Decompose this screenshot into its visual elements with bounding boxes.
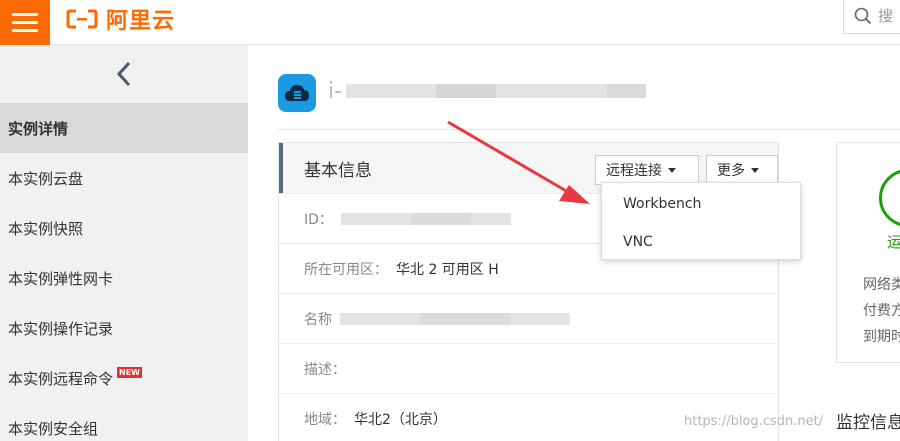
- info-label: 名称: [304, 311, 332, 328]
- sidebar-item-security-groups[interactable]: 本实例安全组: [0, 403, 248, 441]
- redacted-value: [340, 312, 570, 325]
- redaction-block: [346, 84, 437, 98]
- instance-name-redacted: i-: [328, 74, 660, 108]
- status-text: 运: [887, 233, 900, 251]
- sidebar-item-snapshots[interactable]: 本实例快照: [0, 203, 248, 253]
- status-ring-icon: [879, 169, 900, 227]
- aliyun-logo-icon: [66, 9, 98, 29]
- redaction-block: [606, 84, 647, 98]
- info-row-description: 描述：: [279, 343, 778, 393]
- sidebar-item-instance-details[interactable]: 实例详情: [0, 103, 248, 153]
- more-label: 更多: [717, 163, 745, 179]
- info-label: ID：: [304, 211, 333, 228]
- sidebar-item-label: 本实例弹性网卡: [8, 269, 114, 288]
- sidebar-item-label: 本实例快照: [8, 219, 84, 238]
- status-card-line: 付费方: [863, 303, 900, 319]
- cloud-server-icon: [278, 74, 316, 112]
- search-box[interactable]: [843, 0, 900, 34]
- sidebar-item-label: 本实例远程命令: [8, 369, 114, 388]
- sidebar-item-eni[interactable]: 本实例弹性网卡: [0, 253, 248, 303]
- top-bar: 阿里云: [0, 0, 900, 45]
- sidebar-back-button[interactable]: [0, 45, 248, 103]
- dropdown-item-workbench[interactable]: Workbench: [602, 185, 800, 223]
- status-card: 运 网络类 付费方 到期时: [836, 142, 900, 363]
- aliyun-logo[interactable]: 阿里云: [66, 4, 175, 34]
- search-icon: [854, 7, 872, 25]
- info-row-name: 名称: [279, 293, 778, 343]
- dropdown-item-vnc[interactable]: VNC: [602, 223, 800, 261]
- chevron-left-icon: [116, 61, 131, 87]
- caret-down-icon: [668, 167, 676, 173]
- info-value: 华北 2 可用区 H: [396, 261, 499, 278]
- sidebar-item-operation-log[interactable]: 本实例操作记录: [0, 303, 248, 353]
- redaction-block: [340, 312, 420, 325]
- status-card-line: 到期时: [863, 329, 900, 345]
- redacted-value: [340, 212, 511, 225]
- hamburger-icon-line: [12, 13, 38, 16]
- sidebar: 实例详情 本实例云盘 本实例快照 本实例弹性网卡 本实例操作记录 本实例远程命令…: [0, 45, 248, 441]
- sidebar-item-label: 本实例安全组: [8, 419, 99, 438]
- new-badge: NEW: [117, 366, 142, 378]
- more-button[interactable]: 更多: [706, 155, 778, 185]
- redaction-block: [410, 212, 471, 225]
- hamburger-icon-line: [12, 21, 38, 24]
- redaction-block: [420, 312, 510, 325]
- header-divider: [278, 129, 900, 130]
- search-input[interactable]: [878, 7, 900, 25]
- sidebar-item-label: 本实例操作记录: [8, 319, 114, 338]
- remote-connect-dropdown: Workbench VNC: [601, 182, 801, 260]
- sidebar-item-label: 实例详情: [8, 119, 69, 138]
- watermark: https://blog.csdn.net/: [684, 414, 824, 429]
- info-value: 华北2（北京）: [354, 411, 447, 428]
- monitor-section-title: 监控信息: [836, 413, 900, 433]
- logo-text: 阿里云: [106, 9, 176, 34]
- caret-down-icon: [751, 167, 759, 173]
- sidebar-item-label: 本实例云盘: [8, 169, 84, 188]
- redaction-block: [340, 212, 411, 225]
- sidebar-item-disks[interactable]: 本实例云盘: [0, 153, 248, 203]
- redaction-block: [470, 212, 511, 225]
- info-label: 所在可用区：: [304, 261, 388, 278]
- hamburger-icon-line: [12, 29, 38, 32]
- remote-connect-label: 远程连接: [606, 163, 662, 179]
- status-card-line: 网络类: [863, 277, 900, 293]
- info-label: 描述：: [304, 361, 346, 378]
- hamburger-menu-button[interactable]: [0, 0, 50, 45]
- instance-name-prefix: i-: [328, 78, 343, 104]
- basic-info-title: 基本信息: [304, 160, 372, 181]
- redaction-block: [436, 84, 497, 98]
- info-label: 地域：: [304, 411, 346, 428]
- remote-connect-button[interactable]: 远程连接: [595, 155, 699, 185]
- redaction-block: [496, 84, 607, 98]
- redaction-block: [510, 312, 570, 325]
- sidebar-item-remote-commands[interactable]: 本实例远程命令 NEW: [0, 353, 248, 403]
